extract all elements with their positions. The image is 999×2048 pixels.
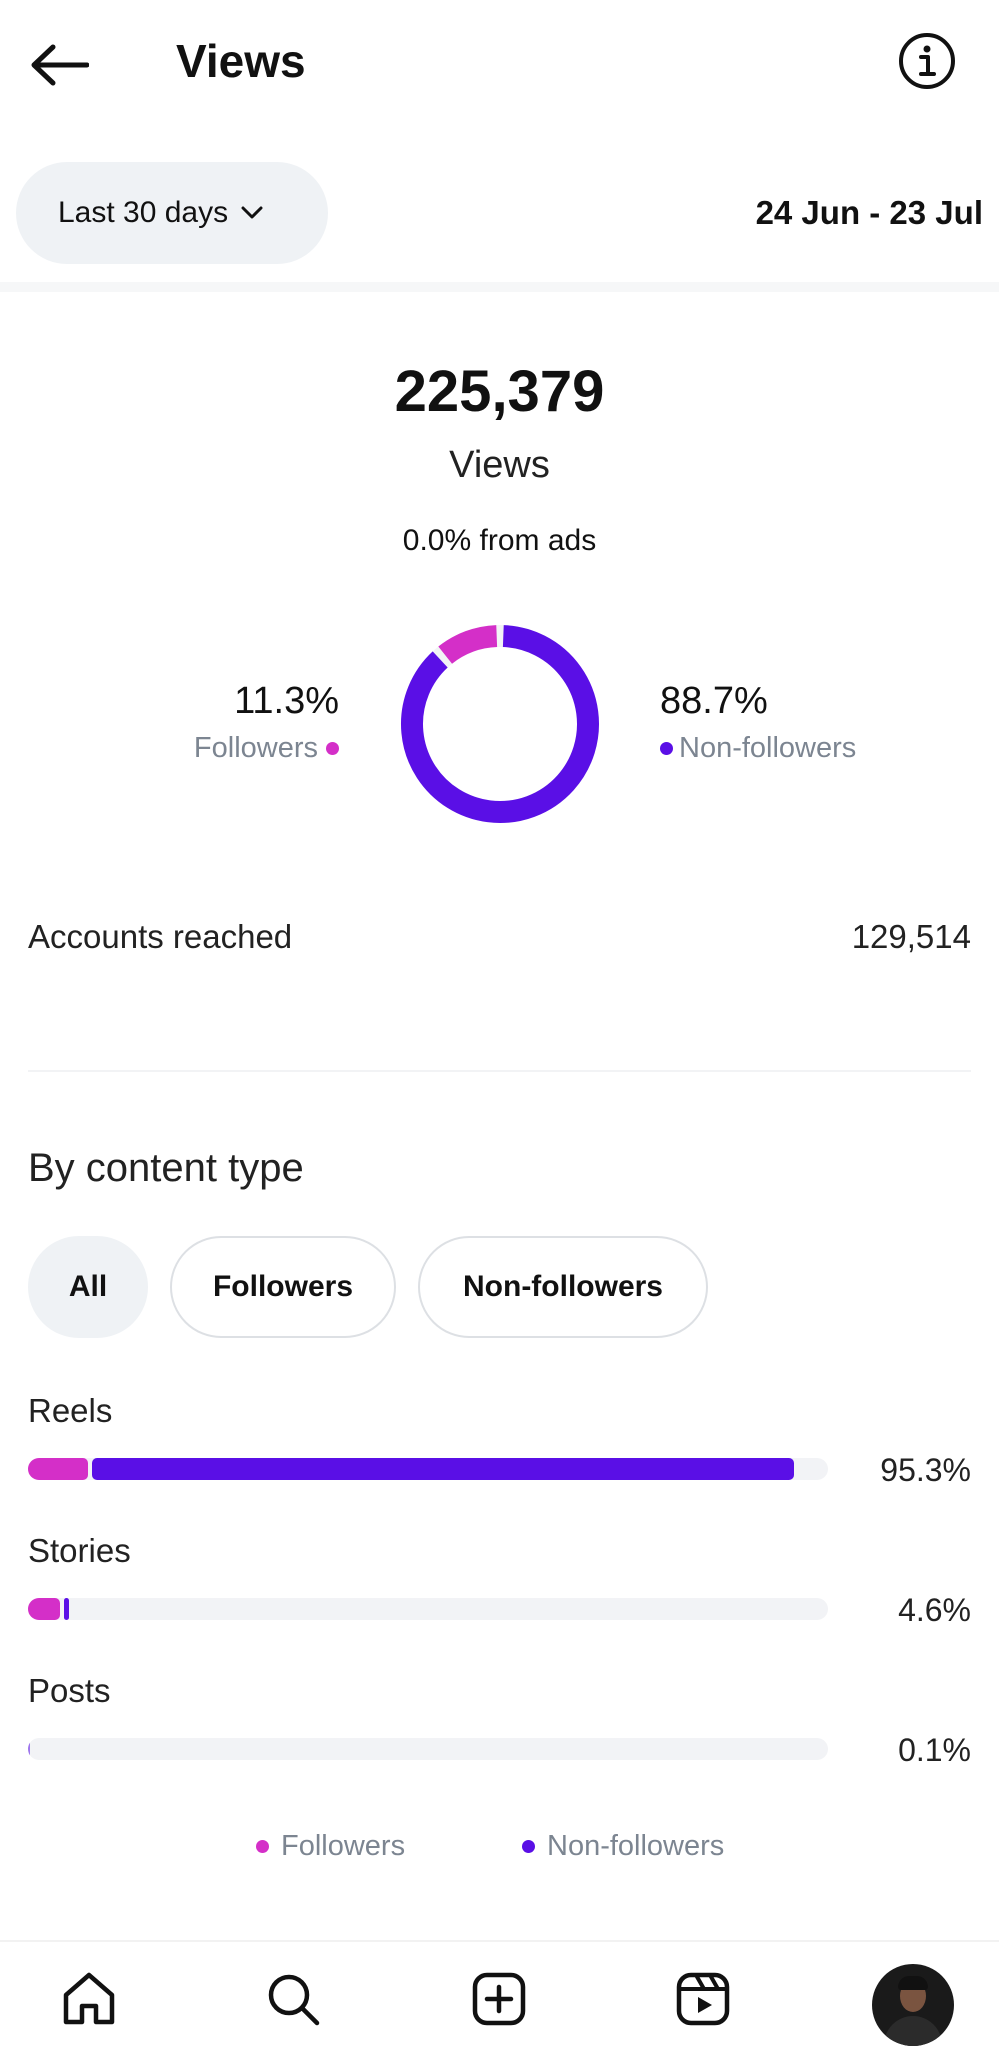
filter-chip-nonfollowers[interactable]: Non-followers [418, 1236, 708, 1338]
legend-followers: Followers [256, 1830, 405, 1863]
bar-segment-followers [28, 1598, 60, 1620]
header: Views [0, 0, 999, 130]
accounts-reached-label: Accounts reached [28, 918, 293, 955]
ads-share: 0.0% from ads [402, 524, 597, 557]
content-row-pct-stories: 4.6% [898, 1592, 971, 1628]
followers-percentage: 11.3% [234, 680, 339, 722]
nav-search[interactable] [258, 1964, 328, 2034]
avatar-shoulders [884, 2016, 942, 2046]
followers-dot [326, 742, 339, 755]
chip-label: All [68, 1270, 108, 1303]
nonfollowers-dot [660, 742, 673, 755]
nonfollowers-percentage: 88.7% [660, 680, 768, 722]
donut-segment-nonfollowers [401, 625, 599, 823]
section-title-content-type: By content type [28, 1146, 304, 1190]
donut-segment-followers [438, 625, 498, 664]
nonfollowers-legend: Non-followers [660, 732, 856, 765]
nav-home[interactable] [54, 1964, 124, 2034]
content-bar-stories [28, 1598, 828, 1620]
content-row-pct-reels: 95.3% [880, 1452, 971, 1488]
back-button[interactable] [24, 30, 94, 100]
total-views: 225,379 [394, 359, 605, 424]
nonfollowers-dot [522, 1840, 535, 1853]
bottom-navigation [0, 1940, 999, 2048]
nav-reels[interactable] [668, 1964, 738, 2034]
reels-icon [676, 1972, 730, 2026]
content-row-label-posts: Posts [28, 1672, 111, 1709]
bar-segment-nonfollowers [92, 1458, 795, 1480]
legend-label: Followers [281, 1830, 406, 1862]
nonfollowers-label: Non-followers [679, 732, 857, 764]
filter-chip-followers[interactable]: Followers [170, 1236, 396, 1338]
divider [0, 282, 999, 292]
bar-segment-nonfollowers [28, 1738, 30, 1760]
arrow-left-icon [31, 44, 89, 86]
chevron-down-icon [241, 206, 263, 219]
bar-segment-nonfollowers [64, 1598, 69, 1620]
total-views-label: Views [449, 444, 550, 486]
content-bar-reels [28, 1458, 828, 1480]
profile-avatar[interactable] [872, 1964, 954, 2046]
date-range-dropdown[interactable]: Last 30 days [16, 162, 328, 264]
date-range-label: Last 30 days [58, 196, 229, 229]
followers-dot [256, 1840, 269, 1853]
legend-label: Non-followers [547, 1830, 725, 1862]
views-donut-chart [401, 625, 599, 823]
content-bar-posts [28, 1738, 828, 1760]
page-title: Views [176, 35, 306, 87]
followers-legend: Followers [194, 732, 339, 765]
search-icon [268, 1974, 320, 2026]
legend-nonfollowers: Non-followers [522, 1830, 724, 1863]
avatar-hair [898, 1976, 928, 1990]
filter-chip-all[interactable]: All [28, 1236, 148, 1338]
info-icon [899, 33, 955, 89]
nav-create[interactable] [464, 1964, 534, 2034]
content-row-pct-posts: 0.1% [898, 1732, 971, 1768]
followers-label: Followers [193, 732, 318, 764]
chip-label: Non-followers [463, 1270, 663, 1303]
home-icon [63, 1972, 115, 2025]
date-range-text: 24 Jun - 23 Jul [755, 194, 983, 231]
content-row-label-reels: Reels [28, 1392, 113, 1429]
content-row-label-stories: Stories [28, 1532, 131, 1569]
chip-label: Followers [212, 1270, 354, 1303]
bar-segment-followers [28, 1458, 88, 1480]
accounts-reached-value: 129,514 [851, 918, 971, 955]
divider [28, 1070, 971, 1072]
create-icon [472, 1972, 526, 2026]
info-button[interactable] [896, 30, 958, 92]
